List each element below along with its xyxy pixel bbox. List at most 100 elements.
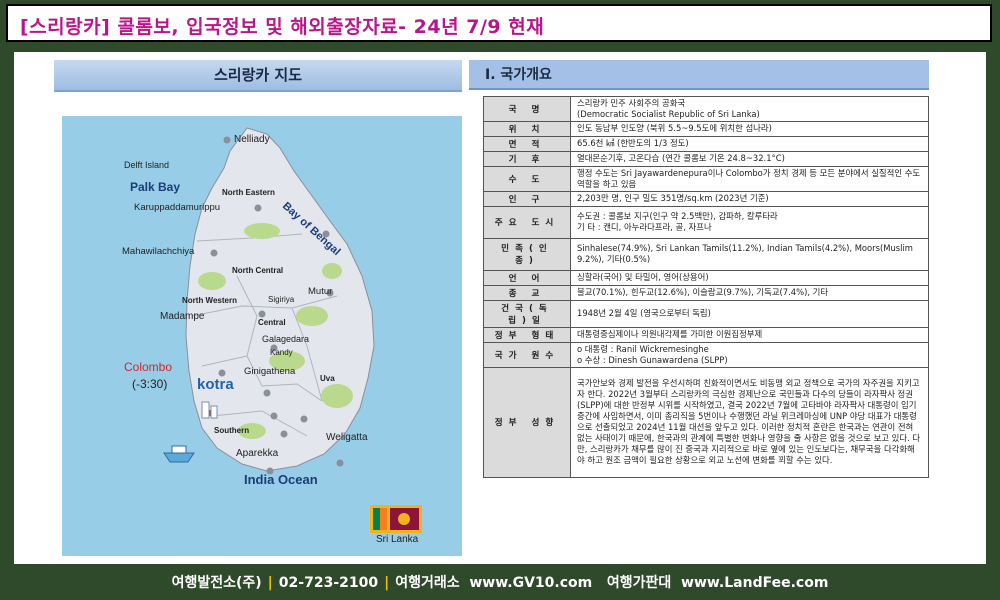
footer-agency: 여행거래소 (395, 575, 460, 591)
info-row: 종 교 불교(70.1%), 힌두교(12.6%), 이슬람교(9.7%), 기독… (483, 284, 929, 301)
info-row: 면 적 65.6천 ㎢ (한반도의 1/3 정도) (483, 135, 929, 152)
city-dot (223, 136, 231, 144)
info-value-line: 불교(70.1%), 힌두교(12.6%), 이슬람교(9.7%), 기독교(7… (577, 287, 829, 298)
label-colombo: Colombo (124, 360, 173, 374)
city-dot (254, 204, 262, 212)
label-north-western: North Western (182, 296, 237, 305)
info-value-line: 국가안보와 경제 발전을 우선시하며 친화적이면서도 비동맹 외교 정책으로 국… (577, 378, 921, 465)
info-value: 인도 동남부 인도양 (북위 5.5~9.5도에 위치한 섬나라) (570, 120, 929, 137)
info-value: 1948년 2월 4일 (영국으로부터 독립) (570, 299, 929, 328)
info-value-line: 대통령중심제이나 의원내각제를 가미한 이원집정부제 (577, 329, 763, 340)
info-value-line: (Democratic Socialist Republic of Sri La… (577, 108, 760, 119)
info-value: 65.6천 ㎢ (한반도의 1/3 정도) (570, 135, 929, 152)
city-dot (270, 412, 278, 420)
info-row: 건국(독립)일 1948년 2월 4일 (영국으로부터 독립) (483, 299, 929, 328)
city-dot (263, 389, 271, 397)
city-dot (300, 415, 308, 423)
forest-patch (321, 384, 353, 408)
info-key: 국가 원수 (483, 341, 571, 368)
label-sri-lanka: Sri Lanka (376, 534, 419, 545)
label-delft-island: Delft Island (124, 160, 170, 170)
info-key: 수 도 (483, 165, 571, 192)
info-value-line: 수도권 : 콜롬보 지구(인구 약 2.5백만), 감파하, 칼루타라 (577, 211, 778, 222)
footer-agency-url[interactable]: www.GV10.com (469, 575, 592, 591)
info-key: 주요 도시 (483, 205, 571, 239)
forest-patch (244, 223, 280, 239)
info-value: 불교(70.1%), 힌두교(12.6%), 이슬람교(9.7%), 기독교(7… (570, 284, 929, 301)
info-value-line: 싱할라(국어) 및 타밀어, 영어(상용어) (577, 272, 709, 283)
info-value-line: 기 타 : 캔디, 아누라다프라, 골, 자프나 (577, 222, 712, 233)
info-value: 싱할라(국어) 및 타밀어, 영어(상용어) (570, 269, 929, 286)
info-key: 기 후 (483, 150, 571, 167)
map-header: 스리랑카 지도 (54, 60, 462, 92)
footer-company: 여행발전소(주) (171, 575, 262, 591)
footer-market: 여행가판대 (606, 575, 672, 591)
info-key: 민족(인종) (483, 237, 571, 271)
info-value: 2,203만 명, 인구 밀도 351명/sq.km (2023년 기준) (570, 190, 929, 207)
info-value-line: o 수상 : Dinesh Gunawardena (SLPP) (577, 354, 728, 365)
sri-lanka-flag (370, 505, 422, 533)
info-key: 정부 형태 (483, 326, 571, 343)
info-value-line: Sinhalese(74.9%), Sri Lankan Tamils(11.2… (577, 243, 913, 265)
forest-patch (322, 263, 342, 279)
info-key: 정부 성향 (483, 366, 571, 478)
info-value-line: 65.6천 ㎢ (한반도의 1/3 정도) (577, 138, 689, 149)
label-north-central: North Central (232, 266, 284, 275)
info-row: 언 어 싱할라(국어) 및 타밀어, 영어(상용어) (483, 269, 929, 286)
info-value: 수도권 : 콜롬보 지구(인구 약 2.5백만), 감파하, 칼루타라 기 타 :… (570, 205, 929, 239)
label-colombo-timezone: (-3:30) (132, 377, 168, 391)
city-dot (210, 249, 218, 257)
label-india-ocean: India Ocean (244, 472, 318, 487)
info-key: 건국(독립)일 (483, 299, 571, 328)
info-key: 국 명 (483, 96, 571, 122)
label-mahawilachchiya: Mahawilachchiya (122, 246, 195, 257)
label-weligatta: Weligatta (326, 432, 368, 443)
info-value-line: 열대몬순기후, 고온다습 (연간 콜롬보 기온 24.8~32.1°C) (577, 153, 785, 164)
footer-market-url[interactable]: www.LandFee.com (681, 575, 828, 591)
label-ginigathena: Ginigathena (244, 366, 296, 377)
info-value: 스리랑카 민주 사회주의 공화국 (Democratic Socialist Re… (570, 96, 929, 122)
forest-patch (296, 306, 328, 326)
label-kandy: Kandy (270, 348, 293, 357)
info-row: 정부 성향 국가안보와 경제 발전을 우선시하며 친화적이면서도 비동맹 외교 정… (483, 366, 929, 478)
content-panel: 스리랑카 지도 Nelliady Delft Island Palk Bay K… (14, 52, 986, 564)
label-sigiriya: Sigiriya (268, 295, 295, 304)
info-value-line: o 대통령 : Ranil Wickremesinghe (577, 343, 709, 354)
info-row: 국 명 스리랑카 민주 사회주의 공화국 (Democratic Socialist… (483, 96, 929, 122)
forest-patch (198, 272, 226, 290)
footer-phone: 02-723-2100 (278, 575, 379, 591)
info-value: 열대몬순기후, 고온다습 (연간 콜롬보 기온 24.8~32.1°C) (570, 150, 929, 167)
label-uva: Uva (320, 374, 335, 383)
info-key: 종 교 (483, 284, 571, 301)
footer-separator: | (384, 575, 390, 591)
info-row: 민족(인종) Sinhalese(74.9%), Sri Lankan Tamil… (483, 237, 929, 271)
info-key: 면 적 (483, 135, 571, 152)
label-aparekka: Aparekka (236, 448, 279, 459)
info-row: 정부 형태 대통령중심제이나 의원내각제를 가미한 이원집정부제 (483, 326, 929, 343)
label-southern: Southern (214, 426, 250, 435)
info-value: Sinhalese(74.9%), Sri Lankan Tamils(11.2… (570, 237, 929, 271)
info-row: 기 후 열대몬순기후, 고온다습 (연간 콜롬보 기온 24.8~32.1°C) (483, 150, 929, 167)
info-row: 위 치 인도 동남부 인도양 (북위 5.5~9.5도에 위치한 섬나라) (483, 120, 929, 137)
info-value-line: 스리랑카 민주 사회주의 공화국 (577, 98, 686, 108)
info-value: 행정 수도는 Sri Jayawardenepura이나 Colombo가 정치… (570, 165, 929, 192)
country-info-table: 국 명 스리랑카 민주 사회주의 공화국 (Democratic Socialist… (483, 96, 929, 478)
info-value-line: 인도 동남부 인도양 (북위 5.5~9.5도에 위치한 섬나라) (577, 123, 772, 134)
city-dot (280, 430, 288, 438)
label-central: Central (258, 318, 286, 327)
label-madampe: Madampe (160, 311, 205, 322)
footer: 여행발전소(주) | 02-723-2100 | 여행거래소 www.GV10.com … (0, 570, 1000, 596)
label-north-eastern: North Eastern (222, 188, 275, 197)
info-key: 위 치 (483, 120, 571, 137)
info-value-line: 1948년 2월 4일 (영국으로부터 독립) (577, 308, 711, 319)
label-nelliady: Nelliady (234, 134, 270, 145)
city-dot (336, 459, 344, 467)
info-value: 국가안보와 경제 발전을 우선시하며 친화적이면서도 비동맹 외교 정책으로 국… (570, 366, 929, 478)
info-row: 주요 도시 수도권 : 콜롬보 지구(인구 약 2.5백만), 감파하, 칼루타라… (483, 205, 929, 239)
kotra-logo: kotra (197, 376, 234, 393)
ship-icon (163, 445, 195, 463)
info-value-line: 행정 수도는 Sri Jayawardenepura이나 Colombo가 정치… (577, 167, 921, 189)
title-bar: [스리랑카] 콜롬보, 입국정보 및 해외출장자료- 24년 7/9 현재 (6, 4, 992, 42)
city-dot (258, 310, 266, 318)
page-title: [스리랑카] 콜롬보, 입국정보 및 해외출장자료- 24년 7/9 현재 (20, 16, 545, 38)
